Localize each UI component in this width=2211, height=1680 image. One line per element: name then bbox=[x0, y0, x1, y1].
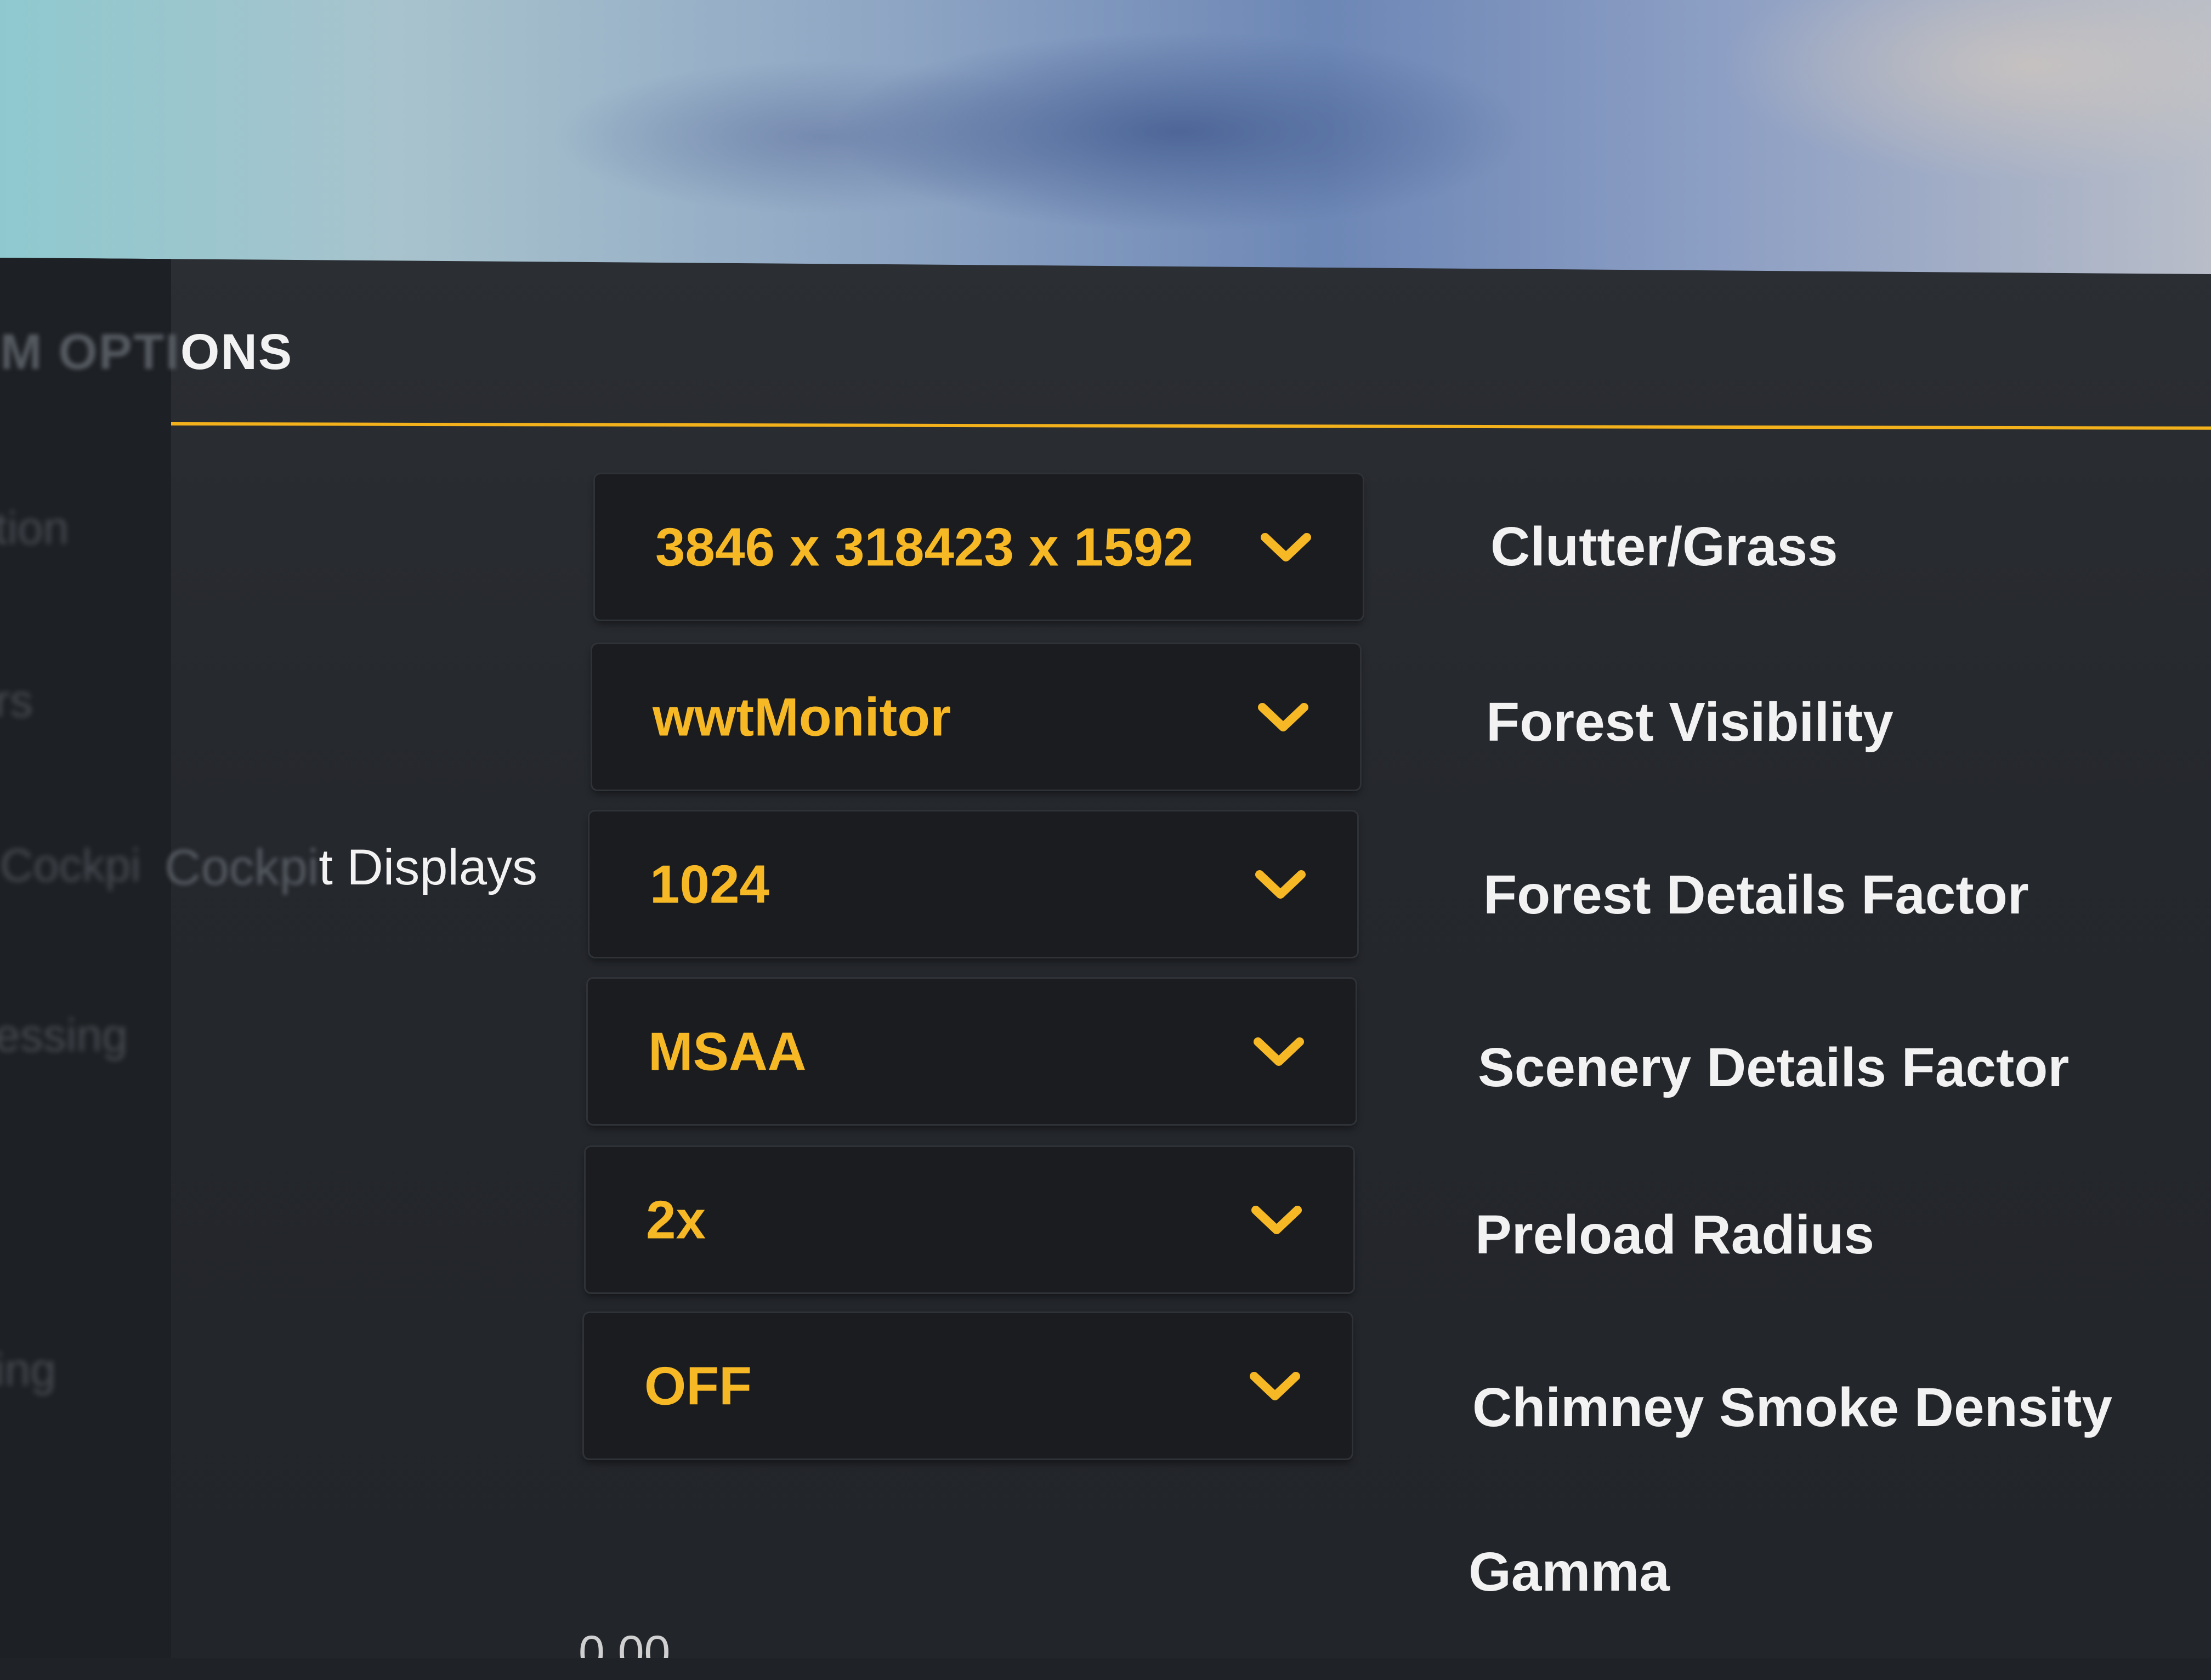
texture-size-dropdown[interactable]: 1024 bbox=[589, 811, 1357, 957]
setting-label-chimney-smoke-density: Chimney Smoke Density bbox=[1472, 1377, 2113, 1438]
section-label-dim: Cockpi bbox=[165, 839, 319, 895]
dropdown-value: 2x bbox=[646, 1189, 706, 1250]
gamma-value: 0.00 bbox=[579, 1626, 671, 1679]
page-title-text: ONS bbox=[180, 324, 293, 380]
section-label: Cockpit Displays bbox=[165, 839, 537, 896]
sidebar-item[interactable]: tion bbox=[0, 502, 69, 555]
header-accent-divider bbox=[171, 422, 2211, 430]
setting-label-gamma: Gamma bbox=[1469, 1541, 1670, 1603]
chevron-down-icon[interactable] bbox=[1251, 1035, 1306, 1068]
setting-label-scenery-details-factor: Scenery Details Factor bbox=[1478, 1037, 2070, 1098]
setting-label-clutter-grass: Clutter/Grass bbox=[1490, 516, 1838, 577]
chevron-down-icon[interactable] bbox=[1256, 701, 1311, 734]
dropdown-value: 1024 bbox=[650, 854, 770, 914]
sky-background bbox=[0, 0, 2211, 274]
section-label-text: t Displays bbox=[319, 839, 537, 895]
chevron-down-icon[interactable] bbox=[1258, 531, 1313, 564]
chevron-down-icon[interactable] bbox=[1249, 1204, 1304, 1236]
setting-label-forest-details-factor: Forest Details Factor bbox=[1483, 864, 2029, 926]
dropdown-value: MSAA bbox=[648, 1021, 807, 1081]
dropdown-value: OFF bbox=[644, 1355, 752, 1416]
page-title-dim: M OPTI bbox=[0, 324, 180, 380]
monitor-dropdown[interactable]: wwtMonitor bbox=[592, 644, 1360, 790]
sidebar-item[interactable]: rs bbox=[0, 674, 33, 728]
chevron-down-icon[interactable] bbox=[1248, 1370, 1302, 1403]
sidebar-item[interactable]: ing bbox=[0, 1343, 56, 1397]
anti-aliasing-dropdown[interactable]: MSAA bbox=[588, 979, 1356, 1124]
resolution-dropdown[interactable]: 3846 x 318423 x 1592 bbox=[595, 474, 1363, 620]
sidebar: tion rs Cockpi essing ing bbox=[0, 258, 171, 1658]
msaa-level-dropdown[interactable]: 2x bbox=[586, 1147, 1353, 1292]
dropdown-value: wwtMonitor bbox=[653, 686, 951, 747]
toggle-dropdown[interactable]: OFF bbox=[584, 1313, 1352, 1458]
dropdown-value: 3846 x 318423 x 1592 bbox=[655, 517, 1193, 577]
setting-label-preload-radius: Preload Radius bbox=[1475, 1204, 1874, 1265]
page-title: M OPTIONS bbox=[0, 323, 293, 381]
options-screen: tion rs Cockpi essing ing M OPTIONS Cock… bbox=[0, 258, 2211, 1658]
sidebar-item-cockpit[interactable]: Cockpi bbox=[0, 839, 141, 892]
setting-label-forest-visibility: Forest Visibility bbox=[1486, 691, 1893, 753]
chevron-down-icon[interactable] bbox=[1253, 868, 1308, 901]
sidebar-item[interactable]: essing bbox=[0, 1009, 128, 1062]
